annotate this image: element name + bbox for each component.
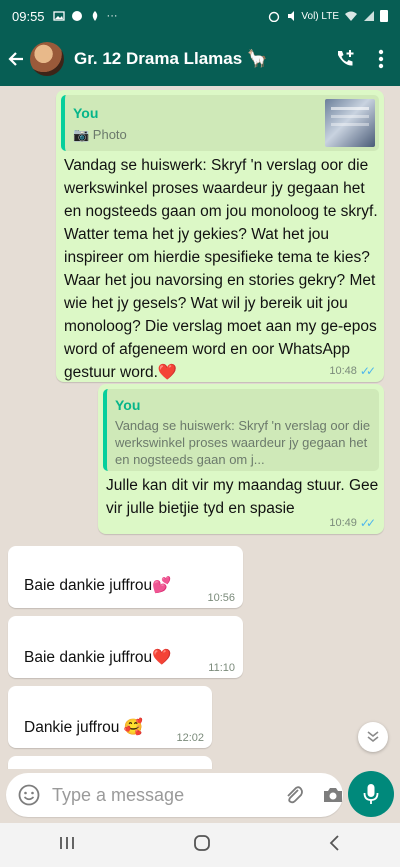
- chat-area[interactable]: You 📷 Photo Vandag se huiswerk: Skryf 'n…: [0, 86, 400, 769]
- message-time: 12:02: [176, 732, 204, 744]
- composer-pill: [6, 773, 343, 817]
- back-icon: [329, 834, 339, 851]
- notification-icon: [92, 11, 97, 21]
- group-title[interactable]: Gr. 12 Drama Llamas 🦙: [74, 49, 334, 69]
- message-meta: 10:49 ✓✓: [329, 516, 376, 530]
- message-meta: 10:48 ✓✓: [329, 364, 376, 378]
- heart-emoji: ❤️: [157, 364, 178, 381]
- message-incoming[interactable]: Baie dankie juffrou💕 10:56: [8, 546, 243, 608]
- recents-button[interactable]: [58, 835, 76, 856]
- message-incoming[interactable]: Baie dankie juffrou❤️ 11:10: [8, 616, 243, 678]
- message-text: Baie dankie juffrou❤️: [24, 649, 172, 666]
- network-label: Vol) LTE: [301, 10, 339, 22]
- mute-icon: [288, 11, 295, 21]
- back-button[interactable]: [328, 834, 342, 857]
- message-meta: 10:56: [207, 592, 235, 604]
- message-input[interactable]: [52, 784, 284, 806]
- message-outgoing[interactable]: You Vandag se huiswerk: Skryf 'n verslag…: [98, 384, 384, 534]
- attach-icon[interactable]: [284, 784, 304, 806]
- group-avatar[interactable]: [30, 42, 64, 76]
- more-notifications: ···: [106, 10, 118, 22]
- system-nav-bar: [0, 823, 400, 867]
- message-incoming-partial[interactable]: [8, 756, 212, 769]
- home-icon: [194, 834, 210, 851]
- read-ticks-icon: ✓✓: [359, 364, 376, 378]
- battery-icon: [380, 10, 388, 22]
- composer-bar: [0, 769, 400, 823]
- status-right-icons: Vol) LTE: [267, 10, 388, 22]
- wifi-icon: [345, 11, 357, 21]
- smiling-hearts-emoji: 🥰: [123, 719, 143, 736]
- double-chevron-down-icon: [367, 731, 379, 743]
- signal-icon: [364, 11, 374, 21]
- quote-sender: You: [115, 397, 141, 413]
- scroll-down-button[interactable]: [358, 722, 388, 752]
- add-call-icon[interactable]: [334, 48, 356, 70]
- header-actions: [334, 48, 384, 70]
- message-meta: 11:10: [208, 662, 235, 674]
- message-text: Baie dankie juffrou💕: [24, 577, 172, 594]
- quote-subtitle: 📷 Photo: [73, 127, 127, 142]
- message-meta: 12:02: [176, 732, 204, 744]
- message-text: Dankie juffrou 🥰: [24, 719, 143, 736]
- quoted-message[interactable]: You Vandag se huiswerk: Skryf 'n verslag…: [103, 389, 379, 471]
- alarm-icon: [269, 11, 280, 22]
- status-bar: 09:55 ··· Vol) LTE: [0, 0, 400, 32]
- message-text: Julle kan dit vir my maandag stuur. Gee …: [106, 477, 379, 517]
- recents-icon: [60, 836, 75, 849]
- emoji-icon[interactable]: [18, 784, 40, 806]
- back-arrow-icon[interactable]: [2, 50, 30, 68]
- image-icon: [52, 11, 65, 21]
- photo-thumbnail[interactable]: [325, 99, 375, 147]
- quote-subtitle: Vandag se huiswerk: Skryf 'n verslag oor…: [115, 418, 371, 467]
- mic-icon: [363, 784, 379, 804]
- message-incoming[interactable]: Dankie juffrou 🥰 12:02: [8, 686, 212, 748]
- quote-sender: You: [73, 105, 99, 121]
- heart-emoji: ❤️: [152, 649, 172, 666]
- home-button[interactable]: [193, 834, 211, 857]
- message-time: 10:49: [329, 517, 357, 529]
- circle-icon: [71, 11, 82, 21]
- message-time: 10:56: [207, 592, 235, 604]
- read-ticks-icon: ✓✓: [359, 516, 376, 530]
- camera-icon[interactable]: [322, 785, 344, 805]
- hearts-emoji: 💕: [152, 577, 172, 594]
- message-time: 11:10: [208, 662, 235, 674]
- mic-button[interactable]: [348, 771, 394, 817]
- status-left-icons: ···: [52, 10, 118, 22]
- message-outgoing[interactable]: You 📷 Photo Vandag se huiswerk: Skryf 'n…: [56, 90, 384, 382]
- chat-header: Gr. 12 Drama Llamas 🦙: [0, 32, 400, 86]
- quoted-message[interactable]: You 📷 Photo: [61, 95, 379, 151]
- message-time: 10:48: [329, 365, 357, 377]
- message-text: Vandag se huiswerk: Skryf 'n verslag oor…: [64, 157, 378, 381]
- more-vert-icon[interactable]: [378, 49, 384, 69]
- status-time: 09:55: [12, 8, 45, 24]
